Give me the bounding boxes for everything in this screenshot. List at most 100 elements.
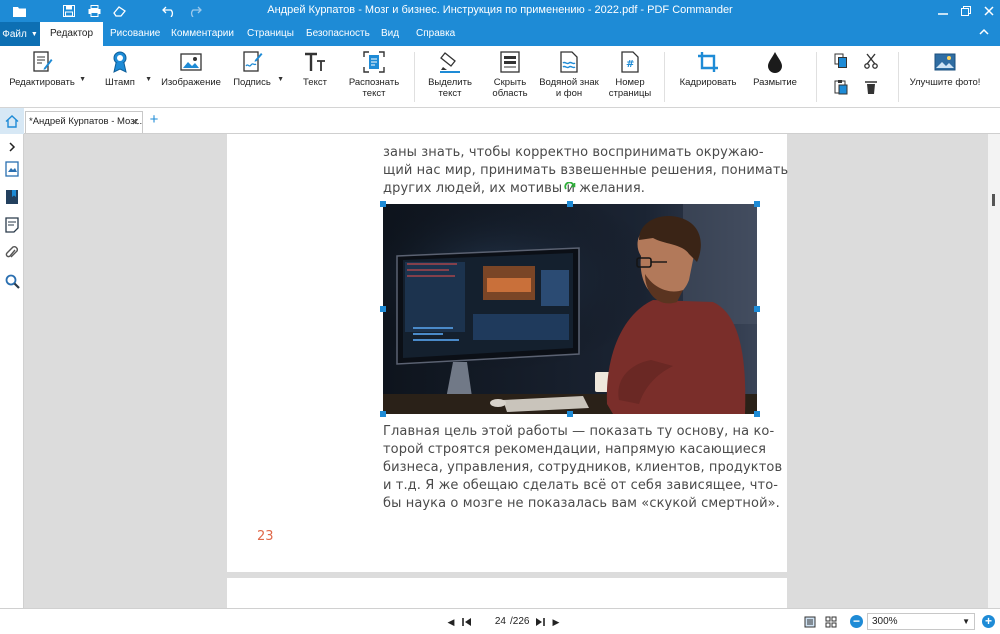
new-tab-button[interactable]: + [147, 112, 161, 128]
tab-comments[interactable]: Комментарии [171, 22, 234, 46]
page-number-input[interactable]: 24 [480, 613, 508, 630]
collapse-ribbon-icon[interactable] [978, 26, 994, 42]
tab-view[interactable]: Вид [381, 22, 399, 46]
blur-label: Размытие [753, 77, 797, 88]
photo-man-at-computer [383, 204, 757, 414]
signature-label: Подпись [233, 77, 271, 88]
tab-help[interactable]: Справка [416, 22, 455, 46]
text-line: щий нас мир, принимать взвешенные решени… [383, 163, 789, 178]
close-tab-icon[interactable]: ✕ [131, 112, 139, 132]
chevron-down-icon: ▼ [30, 30, 38, 38]
signature-icon [240, 50, 264, 74]
delete-icon[interactable] [862, 78, 880, 96]
watermark-button[interactable]: Водяной знак и фон [538, 50, 600, 99]
enhance-photo-button[interactable]: Улучшите фото! [908, 50, 982, 88]
resize-handle-ne[interactable] [754, 201, 760, 207]
svg-text:#: # [626, 59, 634, 70]
resize-handle-w[interactable] [380, 306, 386, 312]
text-label: Текст [303, 77, 327, 88]
home-icon[interactable] [0, 108, 24, 134]
resize-handle-sw[interactable] [380, 411, 386, 417]
dropdown-arrow-icon[interactable]: ▼ [79, 74, 86, 85]
pdf-page[interactable]: ᅟ заны знать, чтобы корректно воспринима… [227, 134, 789, 572]
selected-image[interactable] [380, 181, 760, 417]
document-tab[interactable]: *Андрей Курпатов - Мозг... ✕ [25, 111, 143, 133]
expand-panel-icon[interactable] [3, 138, 21, 156]
text-line: заны знать, чтобы корректно воспринимать… [383, 145, 764, 160]
page-number-button[interactable]: # Номер страницы [606, 50, 654, 99]
blur-button[interactable]: Размытие [750, 50, 800, 88]
page-thumbnails-icon[interactable] [3, 160, 21, 178]
dropdown-arrow-icon[interactable]: ▼ [145, 74, 152, 85]
close-icon[interactable] [978, 2, 1000, 20]
ocr-label-2: текст [362, 88, 386, 99]
zoom-select[interactable]: 300% ▼ [867, 613, 975, 630]
status-bar: ◀ 24 /226 ▶ − 300% ▼ + [0, 608, 1000, 634]
text-icon [303, 50, 327, 74]
grid-view-icon[interactable] [824, 615, 838, 629]
highlighter-icon [438, 50, 462, 74]
resize-handle-s[interactable] [567, 411, 573, 417]
signature-button[interactable]: Подпись ▼ [232, 50, 284, 88]
resize-handle-n[interactable] [567, 201, 573, 207]
stamp-button[interactable]: Штамп ▼ [100, 50, 152, 88]
ocr-label-1: Распознать [348, 77, 400, 88]
tab-editor[interactable]: Редактор [40, 22, 104, 46]
search-icon[interactable] [3, 272, 21, 290]
edit-label: Редактировать [9, 77, 75, 88]
chevron-down-icon: ▼ [962, 617, 970, 626]
watermark-icon [557, 50, 581, 74]
text-line: Главная цель этой работы — показать ту о… [383, 424, 775, 439]
previous-page-icon[interactable]: ◀ [444, 615, 458, 629]
minimize-icon[interactable] [932, 2, 954, 20]
image-button[interactable]: Изображение [160, 50, 222, 88]
bookmarks-icon[interactable] [3, 188, 21, 206]
zoom-out-button[interactable]: − [850, 615, 863, 628]
zoom-in-button[interactable]: + [982, 615, 995, 628]
document-tab-label: *Андрей Курпатов - Мозг... [29, 116, 143, 127]
crop-icon [696, 50, 720, 74]
edit-button[interactable]: Редактировать ▼ [9, 50, 86, 88]
select-text-button[interactable]: Выделить текст [424, 50, 476, 99]
comments-panel-icon[interactable] [3, 216, 21, 234]
document-viewport[interactable]: ᅟ заны знать, чтобы корректно воспринима… [25, 134, 988, 608]
crop-button[interactable]: Кадрировать [678, 50, 738, 88]
watermark-label-1: Водяной знак [539, 77, 599, 88]
dropdown-arrow-icon[interactable]: ▼ [277, 74, 284, 85]
side-panel [0, 134, 24, 608]
text-line: торой строятся рекомендации, напрямую ка… [383, 442, 767, 457]
last-page-icon[interactable] [533, 615, 547, 629]
document-tab-bar: *Андрей Курпатов - Мозг... ✕ + [0, 108, 1000, 134]
restore-icon[interactable] [955, 2, 977, 20]
scrollbar-thumb[interactable] [992, 194, 995, 206]
attachment-icon[interactable] [3, 244, 21, 262]
single-page-view-icon[interactable] [803, 615, 817, 629]
image-icon [179, 50, 203, 74]
paste-icon[interactable] [832, 78, 850, 96]
copy-icon[interactable] [832, 52, 850, 70]
hide-area-label-2: область [492, 88, 528, 99]
tab-pages[interactable]: Страницы [247, 22, 294, 46]
hide-area-button[interactable]: Скрыть область [488, 50, 532, 99]
tab-drawing[interactable]: Рисование [110, 22, 160, 46]
next-page-icon[interactable]: ▶ [549, 615, 563, 629]
stamp-label: Штамп [105, 77, 135, 88]
ocr-button[interactable]: Распознать текст [346, 50, 402, 99]
file-menu-label: Файл [2, 28, 27, 40]
page-number-label-1: Номер [615, 77, 645, 88]
page-number-label-2: страницы [608, 88, 652, 99]
cut-icon[interactable] [862, 52, 880, 70]
resize-handle-e[interactable] [754, 306, 760, 312]
vertical-scrollbar[interactable] [988, 134, 1000, 608]
file-menu-button[interactable]: Файл ▼ [0, 22, 40, 46]
rotate-handle-icon[interactable] [564, 181, 576, 194]
text-button[interactable]: Текст [298, 50, 332, 88]
resize-handle-se[interactable] [754, 411, 760, 417]
resize-handle-nw[interactable] [380, 201, 386, 207]
first-page-icon[interactable] [460, 615, 474, 629]
printed-page-number: 23 [257, 529, 274, 544]
next-pdf-page[interactable] [227, 578, 787, 608]
stamp-icon [108, 50, 132, 74]
tab-security[interactable]: Безопасность [306, 22, 370, 46]
blur-drop-icon [763, 50, 787, 74]
